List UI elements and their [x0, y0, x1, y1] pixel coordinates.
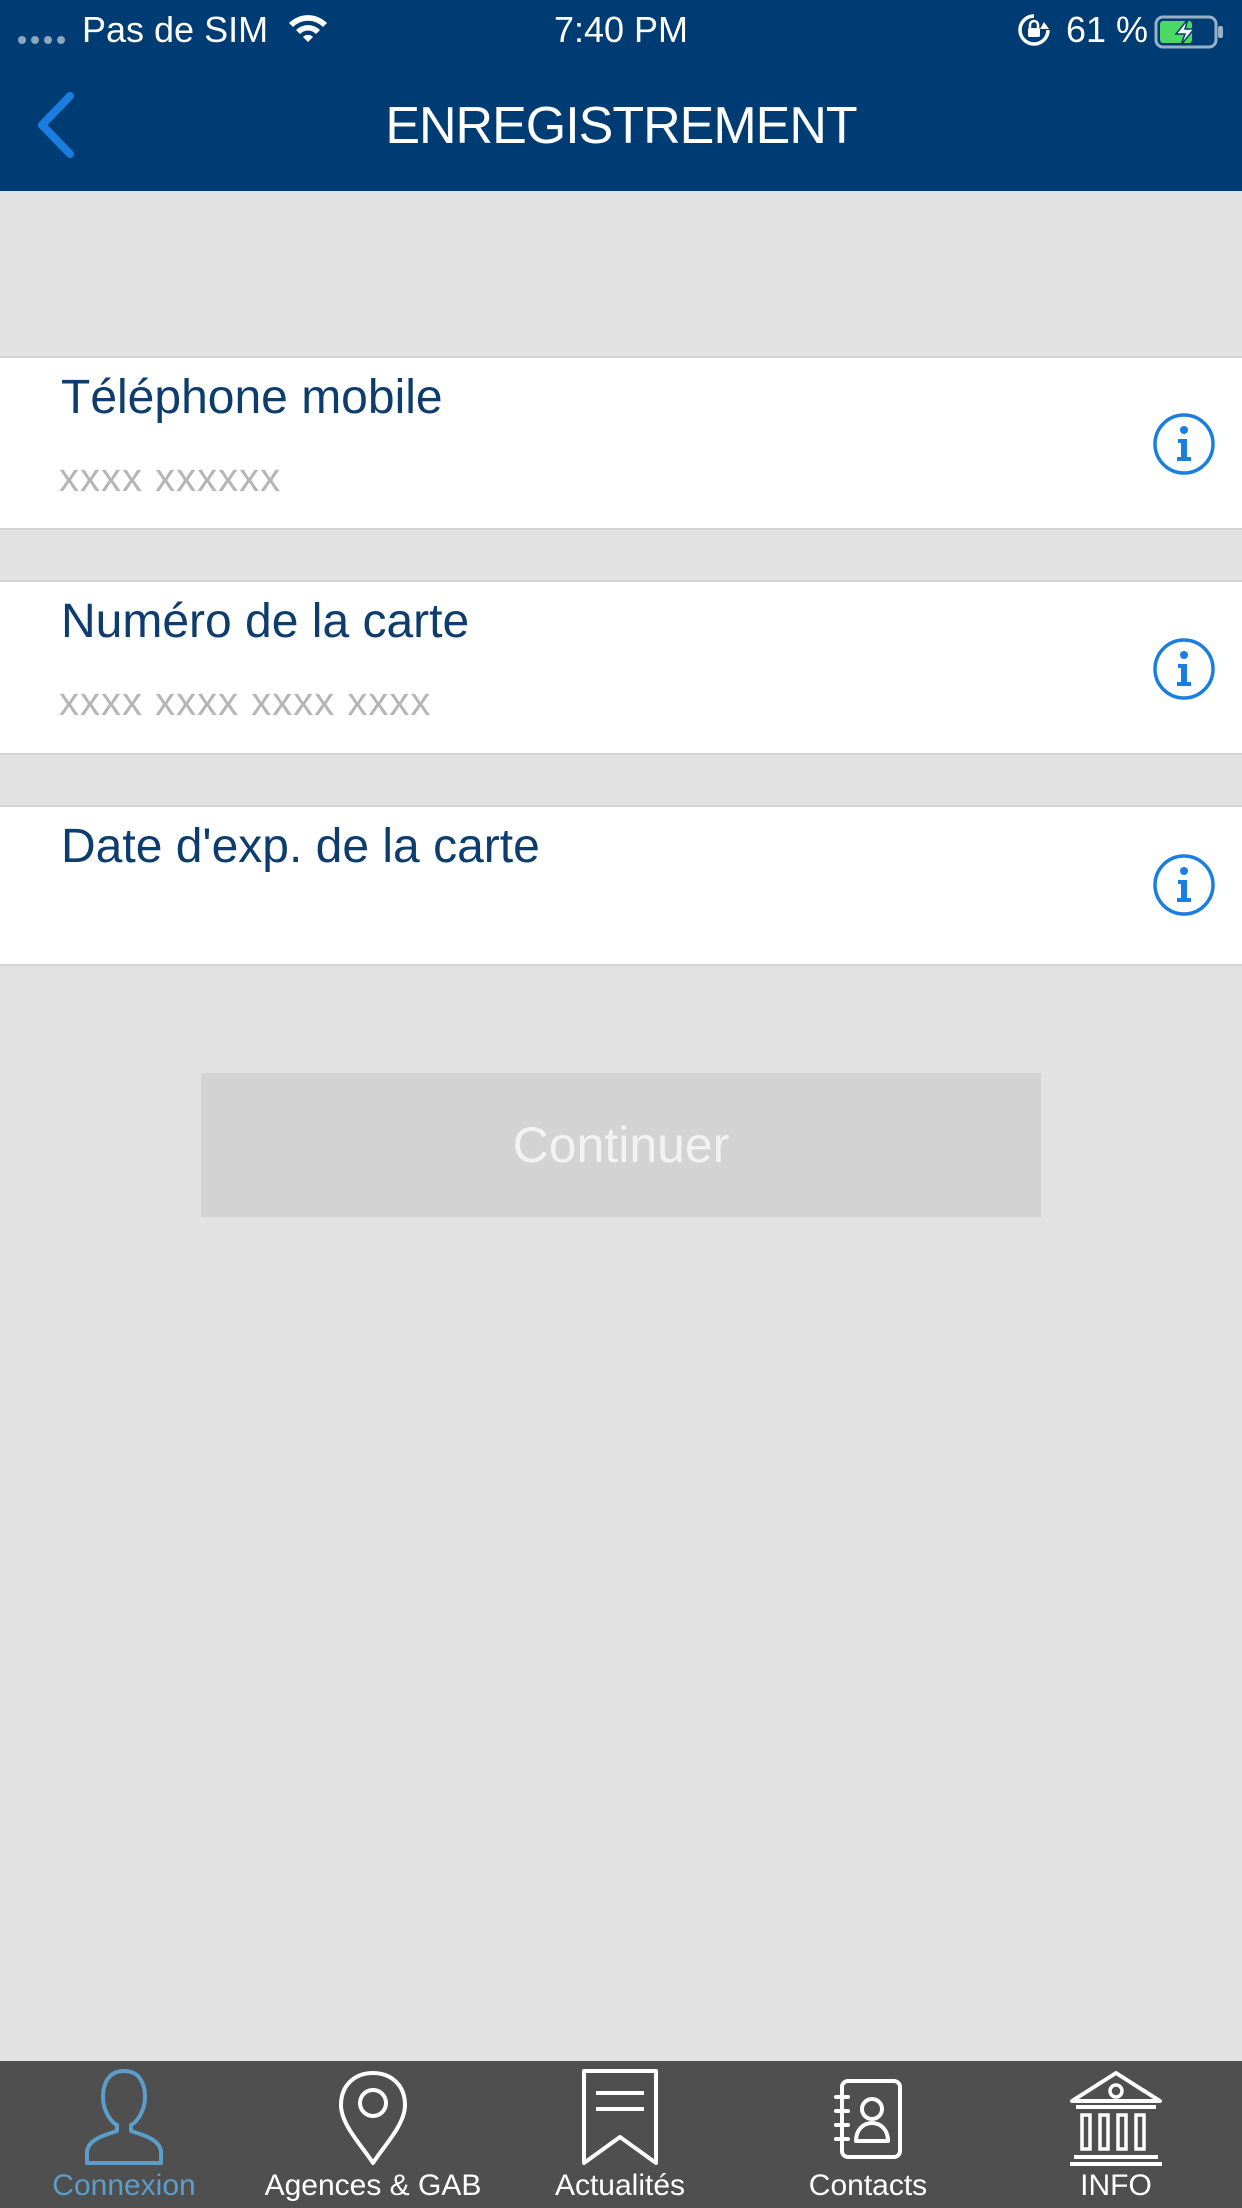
tab-label-info: INFO	[1080, 2169, 1152, 2202]
phone-input[interactable]	[59, 448, 1059, 508]
continue-button[interactable]: Continuer	[201, 1073, 1041, 1217]
map-pin-icon	[339, 2071, 407, 2165]
tab-label-connexion: Connexion	[52, 2169, 196, 2202]
tab-label-contacts: Contacts	[808, 2169, 928, 2202]
card-number-field-row: Numéro de la carte	[0, 580, 1242, 755]
card-expiry-field-row[interactable]: Date d'exp. de la carte	[0, 805, 1242, 966]
tab-connexion[interactable]: Connexion	[0, 2061, 248, 2208]
bank-icon	[1070, 2071, 1162, 2166]
phone-info-icon[interactable]	[1152, 412, 1216, 476]
tab-label-actualites: Actualités	[554, 2169, 686, 2202]
address-book-icon	[834, 2079, 902, 2159]
card-number-info-icon[interactable]	[1152, 637, 1216, 701]
header: Pas de SIM 7:40 PM 61 % ENREGISTREMENT	[0, 0, 1242, 191]
status-bar: Pas de SIM 7:40 PM 61 %	[0, 0, 1242, 60]
user-icon	[85, 2069, 163, 2165]
page-title: ENREGISTREMENT	[385, 97, 857, 155]
nav-bar: ENREGISTREMENT	[0, 60, 1242, 191]
status-time: 7:40 PM	[553, 9, 689, 50]
card-expiry-label: Date d'exp. de la carte	[61, 820, 540, 873]
phone-field-row: Téléphone mobile	[0, 356, 1242, 530]
tab-actualites[interactable]: Actualités	[496, 2061, 744, 2208]
tab-label-agences: Agences & GAB	[264, 2169, 482, 2202]
battery-percentage: 61 %	[1066, 9, 1149, 50]
bookmark-icon	[582, 2069, 658, 2165]
phone-label: Téléphone mobile	[61, 371, 443, 424]
card-expiry-info-icon[interactable]	[1152, 853, 1216, 917]
tab-bar: Connexion Agences & GAB Actualités Conta…	[0, 2061, 1242, 2208]
tab-info[interactable]: INFO	[992, 2061, 1240, 2208]
battery-icon	[1154, 15, 1223, 49]
tab-contacts[interactable]: Contacts	[744, 2061, 992, 2208]
card-number-label: Numéro de la carte	[61, 595, 470, 648]
card-number-input[interactable]	[59, 672, 1059, 732]
rotation-lock-icon	[1018, 14, 1050, 46]
tab-agences[interactable]: Agences & GAB	[249, 2061, 497, 2208]
